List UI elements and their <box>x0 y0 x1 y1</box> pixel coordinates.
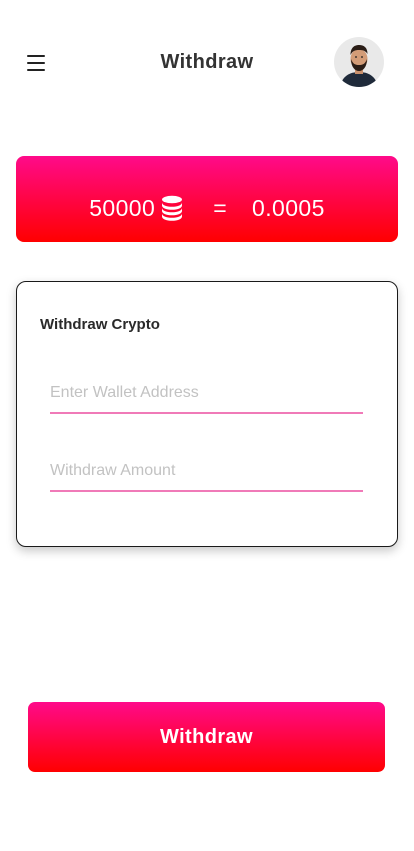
user-avatar[interactable] <box>334 37 384 87</box>
withdraw-screen: Withdraw 50000 = 0.0005 Withdraw Crypto … <box>0 0 414 851</box>
coin-stack-icon <box>161 195 183 221</box>
card-title: Withdraw Crypto <box>40 316 160 333</box>
balance-row: 50000 = 0.0005 <box>89 195 325 222</box>
withdraw-amount-input[interactable] <box>50 458 363 492</box>
withdraw-button[interactable]: Withdraw <box>28 702 385 772</box>
equals-sign: = <box>213 194 228 221</box>
coin-balance: 50000 <box>89 194 156 221</box>
wallet-address-input[interactable] <box>50 380 363 414</box>
avatar-image <box>334 37 384 87</box>
crypto-value: 0.0005 <box>252 194 325 221</box>
withdraw-crypto-card: Withdraw Crypto <box>16 281 398 547</box>
balance-banner: 50000 = 0.0005 <box>16 156 398 242</box>
